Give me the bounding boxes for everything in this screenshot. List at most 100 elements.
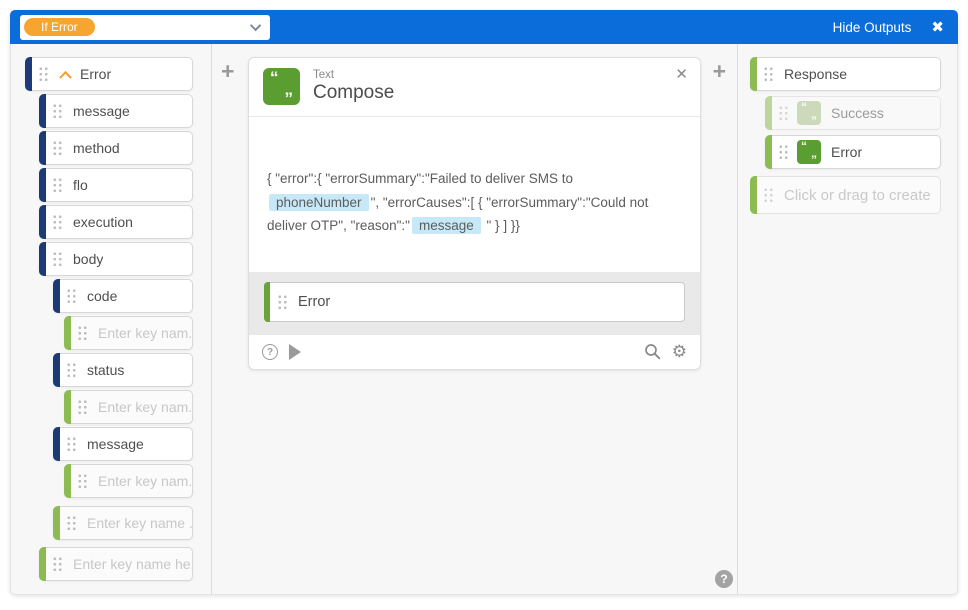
quote-open-glyph: “ [801,100,807,114]
item-color-bar [53,506,60,540]
quote-open-glyph: “ [270,68,279,88]
tree-item[interactable]: flo [39,168,193,202]
item-color-bar [64,464,71,498]
play-icon[interactable] [289,344,301,360]
drag-handle-icon[interactable] [763,66,774,82]
tree-item[interactable]: status [53,353,193,387]
quote-close-glyph: ” [285,89,294,109]
drag-handle-icon[interactable] [778,144,789,160]
panel-body: Error message method flo execution body … [10,44,958,595]
title-bar: If Error Hide Outputs ✖ [10,10,958,44]
add-node-right-button[interactable]: + [713,60,726,83]
tree-item[interactable]: Enter key nam... [64,316,193,350]
help-icon-bottom[interactable]: ? [715,570,733,588]
item-color-bar [765,96,772,130]
drag-handle-icon[interactable] [52,177,63,193]
hide-outputs-button[interactable]: Hide Outputs [833,20,912,35]
variable-token[interactable]: phoneNumber [269,194,369,211]
item-color-bar [264,282,270,322]
compose-card: “ ” Text Compose ✕ { "error":{ "errorSum… [248,57,701,370]
item-label: Enter key name he... [73,556,192,572]
drag-handle-icon[interactable] [52,214,63,230]
drag-handle-icon[interactable] [277,294,288,310]
close-card-icon[interactable]: ✕ [675,65,688,83]
branch-badge: If Error [24,18,95,36]
drag-handle-icon[interactable] [52,251,63,267]
tree-item[interactable]: execution [39,205,193,239]
item-color-bar [750,57,757,91]
tree-item[interactable]: code [53,279,193,313]
output-field-row[interactable]: Error [264,282,685,322]
outputs-list: Response “ ” Success “ ” Error Click or … [737,44,957,594]
tree-item[interactable]: message [53,427,193,461]
drag-handle-icon[interactable] [38,66,49,82]
item-label: Error [831,144,862,160]
item-color-bar [39,242,46,276]
node-title: Compose [313,82,394,104]
editor-column: + + “ ” Text Compose ✕ { "error":{ "erro… [212,44,737,594]
tree-item[interactable]: Enter key name ... [53,506,193,540]
text-compose-icon: “ ” [263,68,300,105]
item-label: body [73,251,103,267]
output-item[interactable]: “ ” Error [765,135,941,169]
item-color-bar [64,390,71,424]
item-color-bar [53,353,60,387]
tree-item[interactable]: message [39,94,193,128]
tree-item[interactable]: method [39,131,193,165]
drag-handle-icon[interactable] [52,103,63,119]
drag-handle-icon[interactable] [77,399,88,415]
close-icon[interactable]: ✖ [931,18,944,36]
item-label: status [87,362,124,378]
item-label: Enter key nam... [98,473,192,489]
item-label: message [87,436,144,452]
compose-body[interactable]: { "error":{ "errorSummary":"Failed to de… [249,117,700,272]
item-label: flo [73,177,88,193]
drag-handle-icon[interactable] [66,362,77,378]
item-label: Success [831,105,884,121]
item-label: Enter key name ... [87,515,192,531]
drag-handle-icon[interactable] [763,187,774,203]
drag-handle-icon[interactable] [66,288,77,304]
outputs-panel-window: If Error Hide Outputs ✖ Error message me… [10,10,958,595]
drag-handle-icon[interactable] [778,105,789,121]
item-label: method [73,140,120,156]
drag-handle-icon[interactable] [77,473,88,489]
drag-handle-icon[interactable] [66,515,77,531]
compose-toolbar: ? ⚙ [249,335,700,369]
quote-close-glyph: ” [811,114,817,128]
drag-handle-icon[interactable] [52,140,63,156]
gear-icon[interactable]: ⚙ [672,343,687,360]
tree-item[interactable]: body [39,242,193,276]
item-color-bar [25,57,32,91]
tree-item[interactable]: Enter key nam... [64,390,193,424]
item-label: execution [73,214,133,230]
quote-open-glyph: “ [801,139,807,153]
item-color-bar [39,94,46,128]
text-compose-icon: “ ” [797,101,821,125]
body-text: { "error":{ "errorSummary":"Failed to de… [267,171,573,186]
branch-selector-dropdown[interactable]: If Error [20,15,270,40]
add-node-left-button[interactable]: + [221,60,234,83]
drag-handle-icon[interactable] [52,556,63,572]
collapse-caret-icon[interactable] [59,70,72,83]
item-label: Enter key nam... [98,325,192,341]
tree-item[interactable]: Error [25,57,193,91]
tree-item[interactable]: Enter key name he... [39,547,193,581]
output-item[interactable]: Click or drag to create [750,176,941,214]
variable-token[interactable]: message [412,217,481,234]
compose-card-titles: Text Compose [313,69,394,104]
compose-card-header: “ ” Text Compose ✕ [249,58,700,117]
body-text: " } ] }} [483,218,520,233]
text-compose-icon: “ ” [797,140,821,164]
output-item[interactable]: Response [750,57,941,91]
drag-handle-icon[interactable] [66,436,77,452]
tree-item[interactable]: Enter key nam... [64,464,193,498]
output-item[interactable]: “ ” Success [765,96,941,130]
item-label: Error [80,66,111,82]
drag-handle-icon[interactable] [77,325,88,341]
node-type-label: Text [313,69,394,81]
item-color-bar [39,131,46,165]
item-label: code [87,288,117,304]
help-icon[interactable]: ? [262,344,278,360]
search-icon[interactable] [644,343,661,360]
